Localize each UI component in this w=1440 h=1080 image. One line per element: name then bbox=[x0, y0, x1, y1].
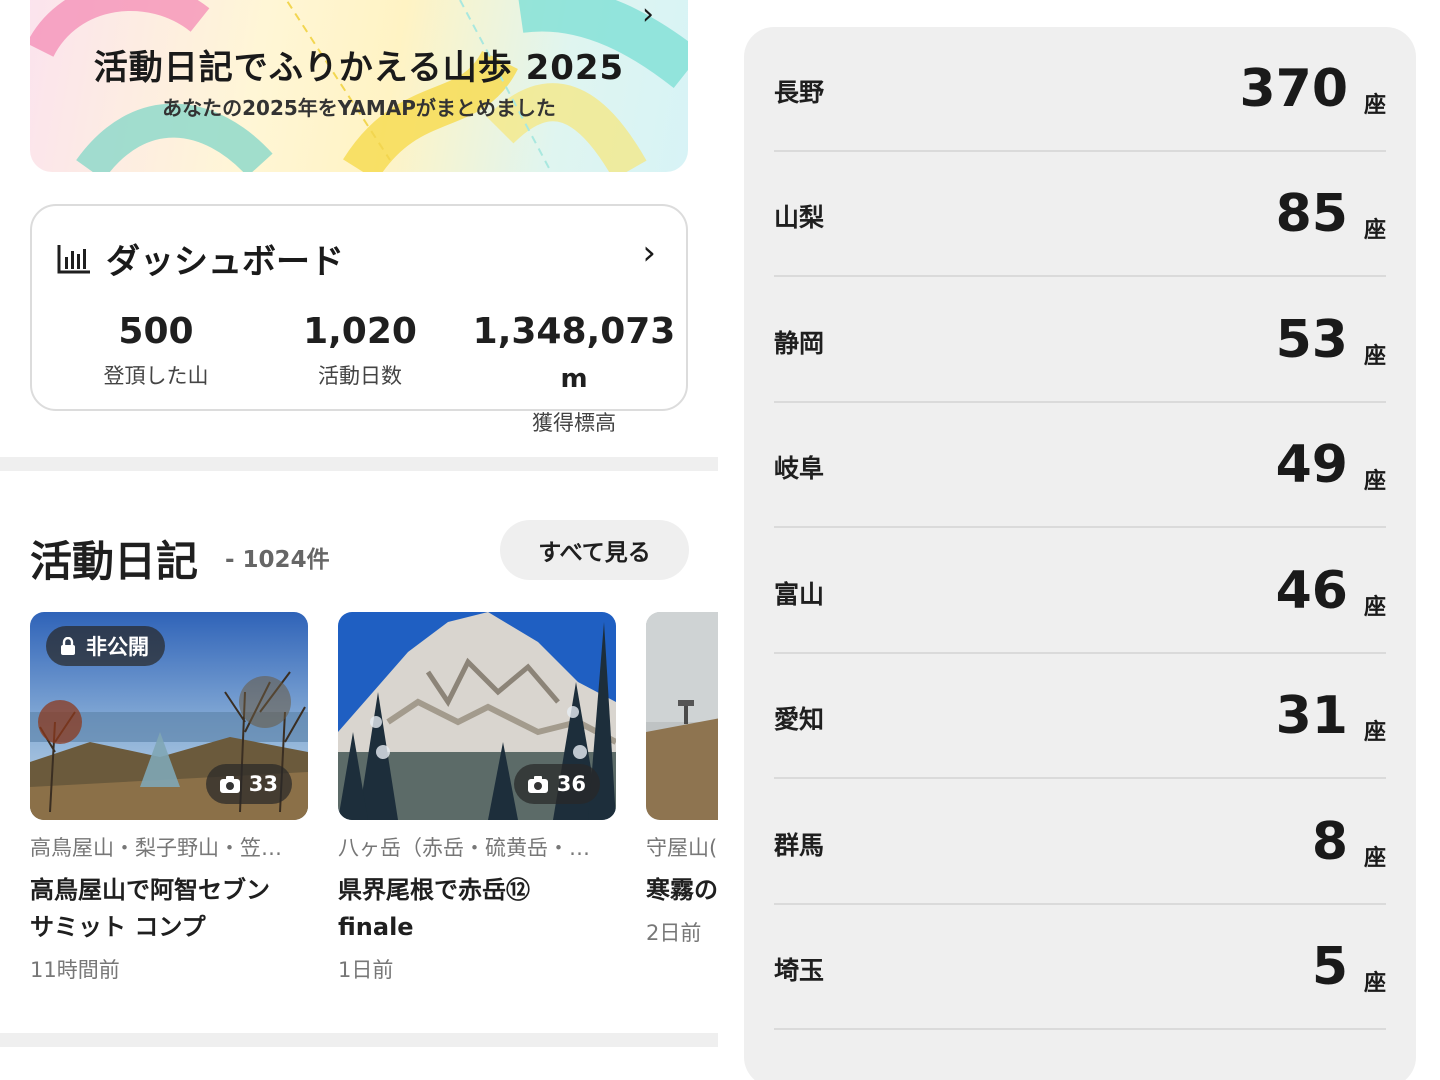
activity-section-title: 活動日記 bbox=[30, 537, 199, 586]
private-badge-label: 非公開 bbox=[86, 635, 149, 659]
activity-card[interactable]: 守屋山( 寒霧の 2日前 bbox=[646, 612, 718, 947]
activity-thumbnail[interactable]: 非公開 33 bbox=[30, 612, 308, 820]
summit-unit: 座 bbox=[1363, 846, 1386, 871]
card-title: 寒霧の bbox=[646, 876, 718, 904]
prefecture-row[interactable]: 長野 370 座 bbox=[774, 27, 1386, 152]
activity-count: - 1024件 bbox=[225, 547, 330, 573]
dashboard-header: ダッシュボード bbox=[56, 234, 344, 283]
section-divider bbox=[0, 1033, 718, 1047]
stat-label: 活動日数 bbox=[318, 364, 402, 388]
prefecture-name: 埼玉 bbox=[774, 956, 825, 985]
prefecture-row[interactable]: 群馬 8 座 bbox=[774, 780, 1386, 905]
banner-title: 活動日記でふりかえる山歩 2025 bbox=[93, 48, 625, 88]
stat-value: 1,020 bbox=[303, 311, 417, 352]
stat-label: 獲得標高 bbox=[532, 411, 616, 435]
summit-unit: 座 bbox=[1363, 720, 1386, 745]
prefecture-row[interactable]: 岐阜 49 座 bbox=[774, 403, 1386, 528]
card-timestamp: 11時間前 bbox=[30, 958, 120, 982]
stat-elevation-gain: 1,348,073 m 獲得標高 bbox=[462, 310, 686, 437]
section-divider bbox=[0, 457, 718, 471]
stat-value: 500 bbox=[118, 311, 194, 352]
photo-count: 33 bbox=[248, 772, 278, 796]
activity-card[interactable]: 36 八ヶ岳（赤岳・硫黄岳・… 県界尾根で赤岳⑫ finale 1日前 bbox=[338, 612, 616, 984]
chevron-right-icon: › bbox=[642, 233, 656, 273]
summit-count: 5 bbox=[1311, 937, 1348, 997]
stat-activity-days: 1,020 活動日数 bbox=[260, 310, 460, 390]
prefecture-name: 長野 bbox=[774, 78, 825, 107]
activity-thumbnail[interactable]: 36 bbox=[338, 612, 616, 820]
summit-unit: 座 bbox=[1363, 469, 1386, 494]
private-badge: 非公開 bbox=[46, 626, 165, 666]
activity-card[interactable]: 非公開 33 高鳥屋山・梨子野山・笠… 高鳥屋山で阿智セブン サミット コンプ … bbox=[30, 612, 308, 984]
summit-count: 85 bbox=[1275, 184, 1348, 244]
bar-chart-icon bbox=[57, 244, 90, 273]
summit-count: 8 bbox=[1311, 812, 1348, 872]
lock-icon bbox=[61, 637, 75, 655]
summit-count: 46 bbox=[1275, 561, 1348, 621]
prefecture-name: 静岡 bbox=[774, 329, 825, 358]
camera-icon bbox=[527, 775, 548, 793]
prefecture-name: 富山 bbox=[774, 580, 825, 609]
year-review-banner[interactable]: 活動日記でふりかえる山歩 2025 あなたの2025年をYAMAPがまとめました… bbox=[30, 0, 688, 172]
prefecture-row[interactable]: 愛知 31 座 bbox=[774, 654, 1386, 779]
stat-label: 登頂した山 bbox=[103, 364, 209, 388]
card-title: 県界尾根で赤岳⑫ finale bbox=[338, 876, 530, 941]
see-all-button[interactable]: すべて見る bbox=[500, 520, 689, 580]
summit-unit: 座 bbox=[1363, 93, 1386, 118]
prefecture-name: 群馬 bbox=[774, 831, 825, 860]
prefecture-summit-list: 長野 370 座 山梨 85 座 静岡 53 座 岐阜 49 座 富山 46 座… bbox=[744, 27, 1416, 1080]
summit-count: 53 bbox=[1275, 310, 1348, 370]
card-mountain-names: 高鳥屋山・梨子野山・笠… bbox=[30, 836, 282, 860]
summit-count: 49 bbox=[1275, 435, 1348, 495]
summit-count: 370 bbox=[1239, 59, 1348, 119]
card-mountain-names: 守屋山( bbox=[646, 836, 718, 860]
summit-count: 31 bbox=[1275, 686, 1348, 746]
left-panel: 活動日記でふりかえる山歩 2025 あなたの2025年をYAMAPがまとめました… bbox=[0, 0, 718, 1080]
photo-count-badge: 36 bbox=[513, 764, 600, 804]
summit-unit: 座 bbox=[1363, 344, 1386, 369]
stat-value: 1,348,073 m bbox=[462, 310, 686, 401]
photo-count-badge: 33 bbox=[205, 764, 292, 804]
prefecture-row[interactable]: 静岡 53 座 bbox=[774, 278, 1386, 403]
prefecture-name: 山梨 bbox=[774, 203, 825, 232]
dashboard-title: ダッシュボード bbox=[106, 242, 344, 282]
prefecture-name: 愛知 bbox=[774, 705, 825, 734]
stat-unit: m bbox=[560, 364, 588, 394]
prefecture-row[interactable]: 埼玉 5 座 bbox=[774, 905, 1386, 1030]
banner-subtitle: あなたの2025年をYAMAPがまとめました bbox=[162, 96, 556, 120]
card-timestamp: 2日前 bbox=[646, 921, 702, 945]
card-timestamp: 1日前 bbox=[338, 958, 394, 982]
stat-summits: 500 登頂した山 bbox=[56, 310, 256, 390]
card-title: 高鳥屋山で阿智セブン サミット コンプ bbox=[30, 876, 270, 941]
activity-thumbnail[interactable] bbox=[646, 612, 718, 820]
summit-unit: 座 bbox=[1363, 971, 1386, 996]
camera-icon bbox=[219, 775, 240, 793]
card-mountain-names: 八ヶ岳（赤岳・硫黄岳・… bbox=[338, 836, 590, 860]
summit-unit: 座 bbox=[1363, 218, 1386, 243]
prefecture-row[interactable]: 富山 46 座 bbox=[774, 529, 1386, 654]
prefecture-row[interactable]: 山梨 85 座 bbox=[774, 152, 1386, 277]
photo-count: 36 bbox=[556, 772, 586, 796]
chevron-right-icon: › bbox=[642, 0, 654, 32]
prefecture-name: 岐阜 bbox=[774, 454, 825, 483]
dashboard-card[interactable]: ダッシュボード › 500 登頂した山 1,020 活動日数 1,348,073… bbox=[30, 204, 688, 435]
mountain-photo bbox=[646, 612, 718, 820]
summit-unit: 座 bbox=[1363, 595, 1386, 620]
stat-value-number: 1,348,073 bbox=[472, 311, 676, 352]
